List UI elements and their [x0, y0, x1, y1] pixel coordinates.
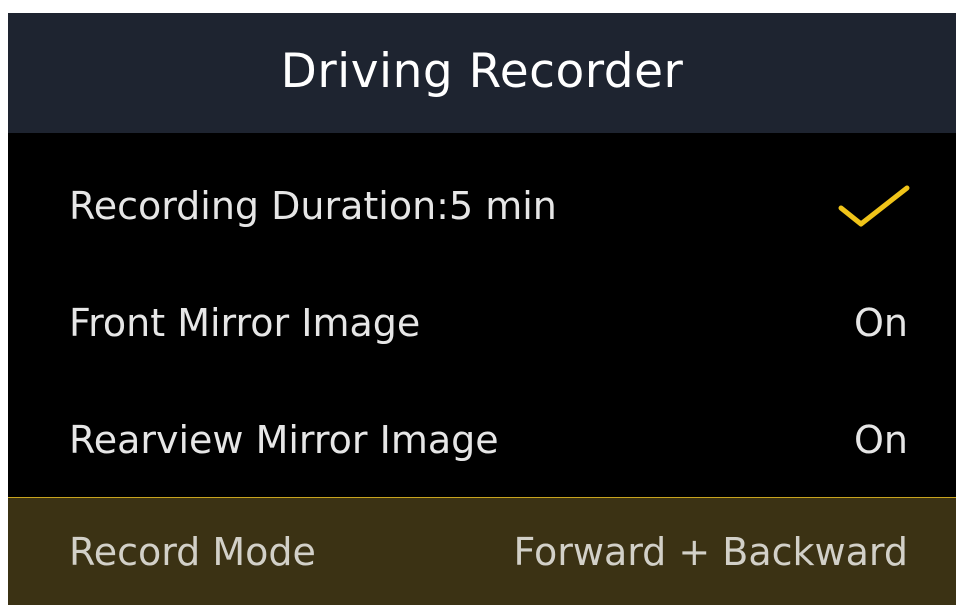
header-bar: Driving Recorder — [8, 13, 956, 133]
check-icon — [838, 182, 910, 230]
setting-value-front-mirror-image: On — [854, 301, 908, 345]
setting-value-rearview-mirror-image: On — [854, 418, 908, 462]
setting-label-recording-duration: Recording Duration:5 min — [69, 184, 557, 228]
page-title: Driving Recorder — [280, 43, 684, 99]
driving-recorder-screen: Driving Recorder Recording Duration:5 mi… — [8, 13, 956, 605]
setting-value-record-mode: Forward + Backward — [513, 529, 908, 574]
setting-row-front-mirror-image[interactable]: Front Mirror Image On — [8, 265, 956, 381]
setting-label-record-mode: Record Mode — [69, 529, 316, 574]
setting-row-recording-duration[interactable]: Recording Duration:5 min — [8, 148, 956, 264]
setting-label-rearview-mirror-image: Rearview Mirror Image — [69, 418, 499, 462]
setting-row-rearview-mirror-image[interactable]: Rearview Mirror Image On — [8, 382, 956, 498]
setting-label-front-mirror-image: Front Mirror Image — [69, 301, 421, 345]
setting-row-record-mode[interactable]: Record Mode Forward + Backward — [8, 497, 956, 605]
